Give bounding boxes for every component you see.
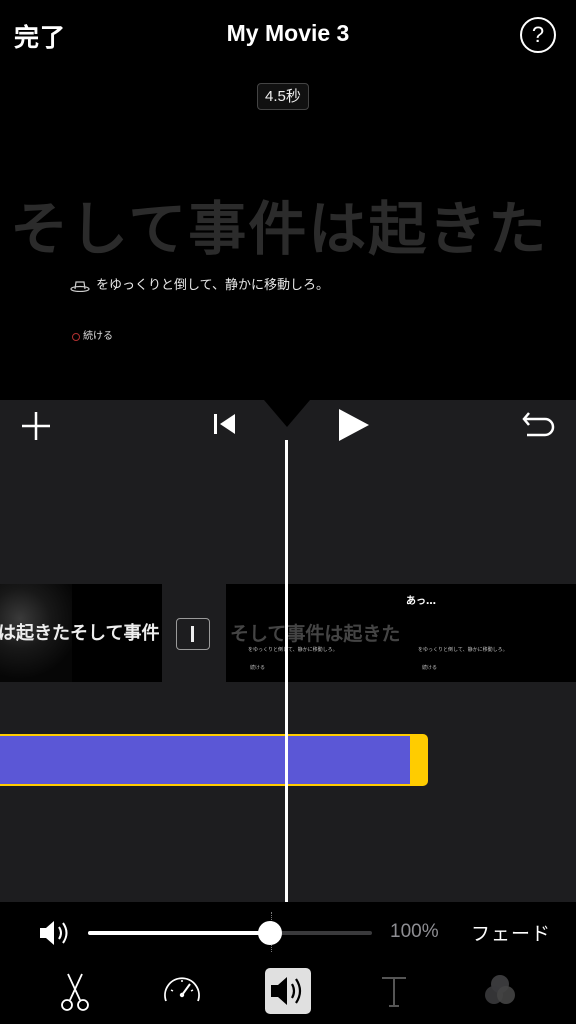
clip-text: は起きたそして事件 xyxy=(0,623,160,644)
help-button[interactable]: ? xyxy=(520,17,556,53)
fade-button[interactable]: フェード xyxy=(471,919,551,946)
timeline[interactable]: は起きたそして事件 あっ… そして事件は起きた をゆっくりと倒して、静かに移動し… xyxy=(0,452,576,902)
skip-to-start-icon[interactable] xyxy=(213,413,237,435)
volume-value: 100% xyxy=(390,921,439,942)
text-icon[interactable] xyxy=(371,968,417,1014)
clip-text: そして事件は起きた xyxy=(230,623,401,645)
preview-headline: そして事件は起きた xyxy=(10,195,549,263)
preview-instruction: をゆっくりと倒して、静かに移動しろ。 xyxy=(96,278,329,293)
volume-tool-icon[interactable] xyxy=(265,968,311,1014)
playhead-marker xyxy=(264,400,310,427)
volume-slider[interactable] xyxy=(88,931,372,935)
hat-icon xyxy=(70,280,90,292)
project-title: My Movie 3 xyxy=(226,20,350,46)
playhead xyxy=(285,440,288,902)
clip-duration-badge: 4.5秒 xyxy=(257,83,309,110)
audio-clip[interactable] xyxy=(0,734,428,786)
clip-small-text: をゆっくりと倒して、静かに移動しろ。 xyxy=(418,647,508,653)
scissors-icon[interactable] xyxy=(52,968,98,1014)
top-bar: 完了 My Movie 3 ? xyxy=(0,0,576,72)
transition-icon xyxy=(191,626,194,642)
clip-title: あっ… xyxy=(406,596,436,607)
continue-dot-icon xyxy=(72,332,80,341)
volume-slider-fill xyxy=(88,931,270,935)
plus-icon[interactable] xyxy=(21,411,51,441)
audio-clip-body[interactable] xyxy=(0,734,410,786)
clip-small-text: 続ける xyxy=(250,665,266,671)
clip-small-text: をゆっくりと倒して、静かに移動しろ。 xyxy=(248,647,338,653)
video-clip[interactable]: あっ… そして事件は起きた をゆっくりと倒して、静かに移動しろ。 続ける をゆっ… xyxy=(226,584,576,682)
trim-handle[interactable] xyxy=(410,734,428,786)
preview-continue-label: 続ける xyxy=(83,331,113,342)
clip-small-text: 続ける xyxy=(422,665,438,671)
transition-button[interactable] xyxy=(176,618,210,650)
undo-icon[interactable] xyxy=(521,409,555,441)
speed-gauge-icon[interactable] xyxy=(159,968,205,1014)
play-icon[interactable] xyxy=(337,407,371,443)
volume-icon[interactable] xyxy=(38,918,74,948)
video-preview[interactable]: そして事件は起きた をゆっくりと倒して、静かに移動しろ。 続ける xyxy=(0,120,576,400)
preview-instruction-line: をゆっくりと倒して、静かに移動しろ。 xyxy=(70,274,329,293)
volume-slider-knob[interactable] xyxy=(257,921,282,945)
video-clip[interactable]: は起きたそして事件 xyxy=(0,584,162,682)
filter-icon[interactable] xyxy=(477,968,523,1014)
preview-continue: 続ける xyxy=(72,327,113,342)
